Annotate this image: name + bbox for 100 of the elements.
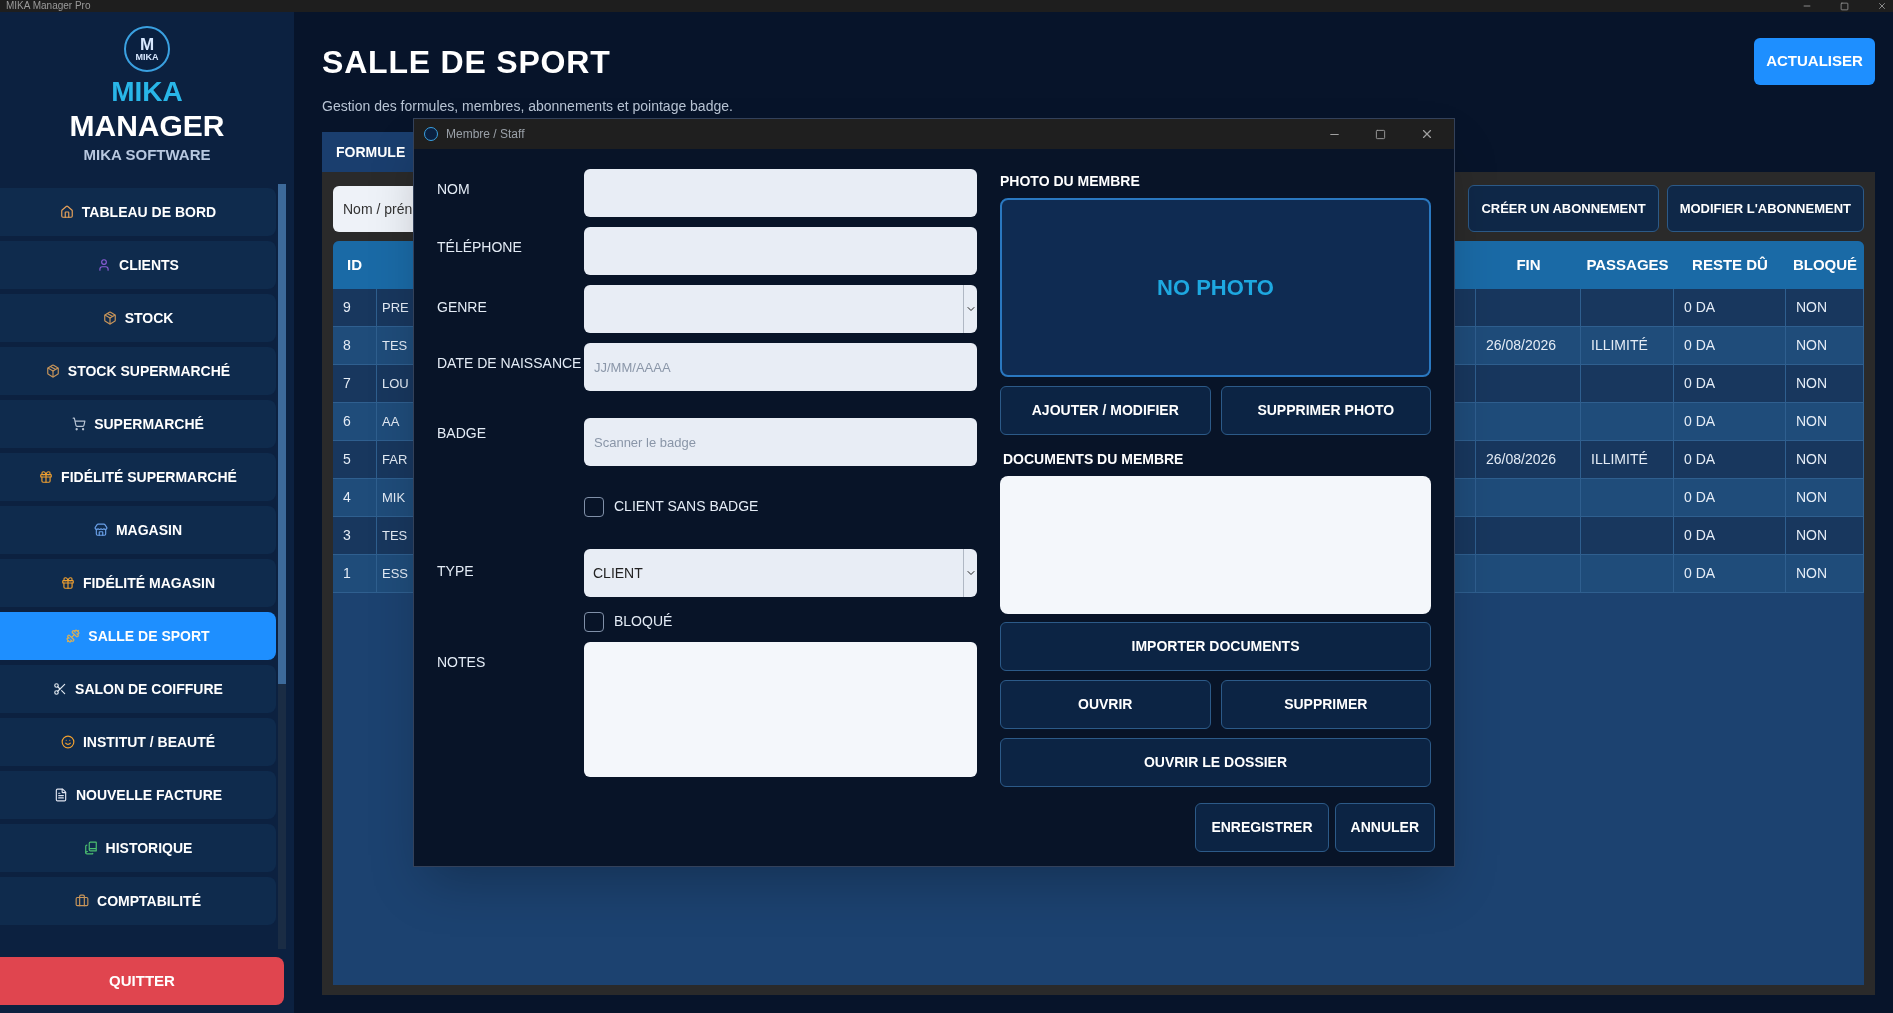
column-header[interactable]: PASSAGES	[1586, 253, 1669, 277]
brand-name: MIKA	[111, 76, 183, 108]
field-label: GENRE	[437, 298, 488, 317]
table-cell-text: 8	[343, 336, 351, 355]
field-label: NOM	[437, 180, 471, 199]
sidebar-item[interactable]: FIDÉLITÉ SUPERMARCHÉ	[0, 453, 276, 501]
brand-name: MANAGER	[69, 108, 225, 144]
logo: M MIKA	[124, 26, 170, 72]
column-header[interactable]: BLOQUÉ	[1792, 253, 1858, 277]
app-icon	[424, 127, 438, 141]
sidebar-item[interactable]: HISTORIQUE	[0, 824, 276, 872]
maximize-icon[interactable]	[1840, 1, 1849, 11]
sidebar-item[interactable]: SUPERMARCHÉ	[0, 400, 276, 448]
table-cell-text: 0 DA	[1684, 526, 1716, 545]
table-cell-text: 3	[343, 526, 351, 545]
field-label: DATE DE NAISSANCE	[437, 354, 583, 373]
gift-icon	[60, 576, 75, 590]
table-cell-text: 4	[343, 488, 351, 507]
books-icon	[83, 841, 98, 855]
dialog-button[interactable]: OUVRIR LE DOSSIER	[1000, 738, 1431, 787]
action-button[interactable]: MODIFIER L'ABONNEMENT	[1666, 185, 1864, 232]
field-label: NOTES	[437, 653, 487, 672]
close-icon[interactable]	[1420, 127, 1434, 141]
cart-icon	[72, 417, 87, 431]
column-header[interactable]: FIN	[1516, 253, 1541, 277]
table-cell-text: ILLIMITÉ	[1591, 450, 1648, 469]
briefcase-icon	[75, 894, 89, 908]
table-cell-text: 0 DA	[1684, 412, 1716, 431]
quit-button[interactable]: QUITTER	[0, 957, 284, 1005]
page-subtitle: Gestion des formules, membres, abonnements et pointage badge.	[322, 97, 734, 115]
document-icon	[53, 788, 68, 802]
sidebar-item[interactable]: MAGASIN	[0, 506, 276, 554]
table-cell-text: NON	[1796, 564, 1828, 583]
field-label: BADGE	[437, 424, 487, 443]
no-photo-text: NO PHOTO	[1157, 274, 1274, 302]
sidebar-item[interactable]: TABLEAU DE BORD	[0, 188, 276, 236]
table-cell-text: TES	[382, 526, 408, 545]
notes-field[interactable]	[584, 642, 977, 777]
checkbox[interactable]: BLOQUÉ	[584, 611, 673, 632]
text-field[interactable]	[584, 169, 977, 217]
sidebar-item[interactable]: COMPTABILITÉ	[0, 877, 276, 925]
table-cell-text: NON	[1796, 450, 1828, 469]
section-heading: DOCUMENTS DU MEMBRE	[1002, 450, 1185, 469]
table-cell-text: 1	[343, 564, 351, 583]
table-cell-text: 9	[343, 298, 351, 317]
dialog-button[interactable]: AJOUTER / MODIFIER	[1000, 386, 1211, 435]
table-cell-text: NON	[1796, 488, 1828, 507]
store-icon	[93, 523, 108, 537]
house-icon	[59, 205, 74, 219]
sidebar-item[interactable]: CLIENTS	[0, 241, 276, 289]
table-cell-text: NON	[1796, 374, 1828, 393]
checkbox-box[interactable]	[584, 611, 604, 632]
text-field[interactable]: JJ/MM/AAAA	[584, 343, 977, 391]
person-icon	[97, 258, 112, 272]
table-cell-text: AA	[382, 412, 400, 431]
table-cell-text: 26/08/2026	[1486, 336, 1557, 355]
page-title: SALLE DE SPORT	[322, 44, 611, 80]
table-cell-text: 0 DA	[1684, 488, 1716, 507]
sidebar-item[interactable]: INSTITUT / BEAUTÉ	[0, 718, 276, 766]
sidebar-item[interactable]: STOCK SUPERMARCHÉ	[0, 347, 276, 395]
window-title: MIKA Manager Pro	[6, 0, 91, 12]
table-cell-text: LOU	[382, 374, 409, 393]
table-cell-text: ESS	[382, 564, 408, 583]
text-field[interactable]: Scanner le badge	[584, 418, 977, 466]
table-cell-text: 26/08/2026	[1486, 450, 1557, 469]
dialog-button[interactable]: ENREGISTRER	[1195, 803, 1329, 852]
sidebar-item[interactable]: STOCK	[0, 294, 276, 342]
table-cell-text: 0 DA	[1684, 564, 1716, 583]
table-cell-text: 0 DA	[1684, 450, 1716, 469]
checkbox-box[interactable]	[584, 496, 604, 517]
sidebar-item[interactable]: NOUVELLE FACTURE	[0, 771, 276, 819]
close-icon[interactable]	[1877, 1, 1887, 11]
maximize-icon[interactable]	[1375, 128, 1386, 140]
gift-icon	[39, 470, 54, 484]
sidebar-item[interactable]: FIDÉLITÉ MAGASIN	[0, 559, 276, 607]
sidebar-item[interactable]: SALON DE COIFFURE	[0, 665, 276, 713]
scrollbar-thumb[interactable]	[278, 184, 286, 684]
dropdown[interactable]: CLIENT	[584, 549, 977, 597]
column-header[interactable]: ID	[347, 255, 362, 273]
dialog-button[interactable]: SUPPRIMER	[1220, 680, 1431, 729]
dialog-button[interactable]: ANNULER	[1334, 803, 1435, 852]
table-cell-text: NON	[1796, 526, 1828, 545]
checkbox[interactable]: CLIENT SANS BADGE	[584, 496, 759, 517]
text-field[interactable]	[584, 227, 977, 275]
face-icon	[60, 735, 75, 749]
table-cell-text: FAR	[382, 450, 408, 469]
brand-subtitle: MIKA SOFTWARE	[83, 145, 211, 165]
table-cell-text: PRE	[382, 298, 409, 317]
table-cell-text: MIK	[382, 488, 406, 507]
column-header[interactable]: RESTE DÛ	[1692, 253, 1768, 277]
dialog-button[interactable]: OUVRIR	[1000, 680, 1211, 729]
table-cell-text: 0 DA	[1684, 298, 1716, 317]
table-cell-text: 0 DA	[1684, 374, 1716, 393]
table-cell-text: 5	[343, 450, 351, 469]
dialog-button[interactable]: SUPPRIMER PHOTO	[1220, 386, 1431, 435]
field-label: TÉLÉPHONE	[437, 238, 523, 257]
table-cell-text: 7	[343, 374, 351, 393]
table-cell-text: ILLIMITÉ	[1591, 336, 1648, 355]
action-button[interactable]: CRÉER UN ABONNEMENT	[1468, 185, 1659, 232]
dialog-button[interactable]: IMPORTER DOCUMENTS	[1000, 622, 1431, 671]
